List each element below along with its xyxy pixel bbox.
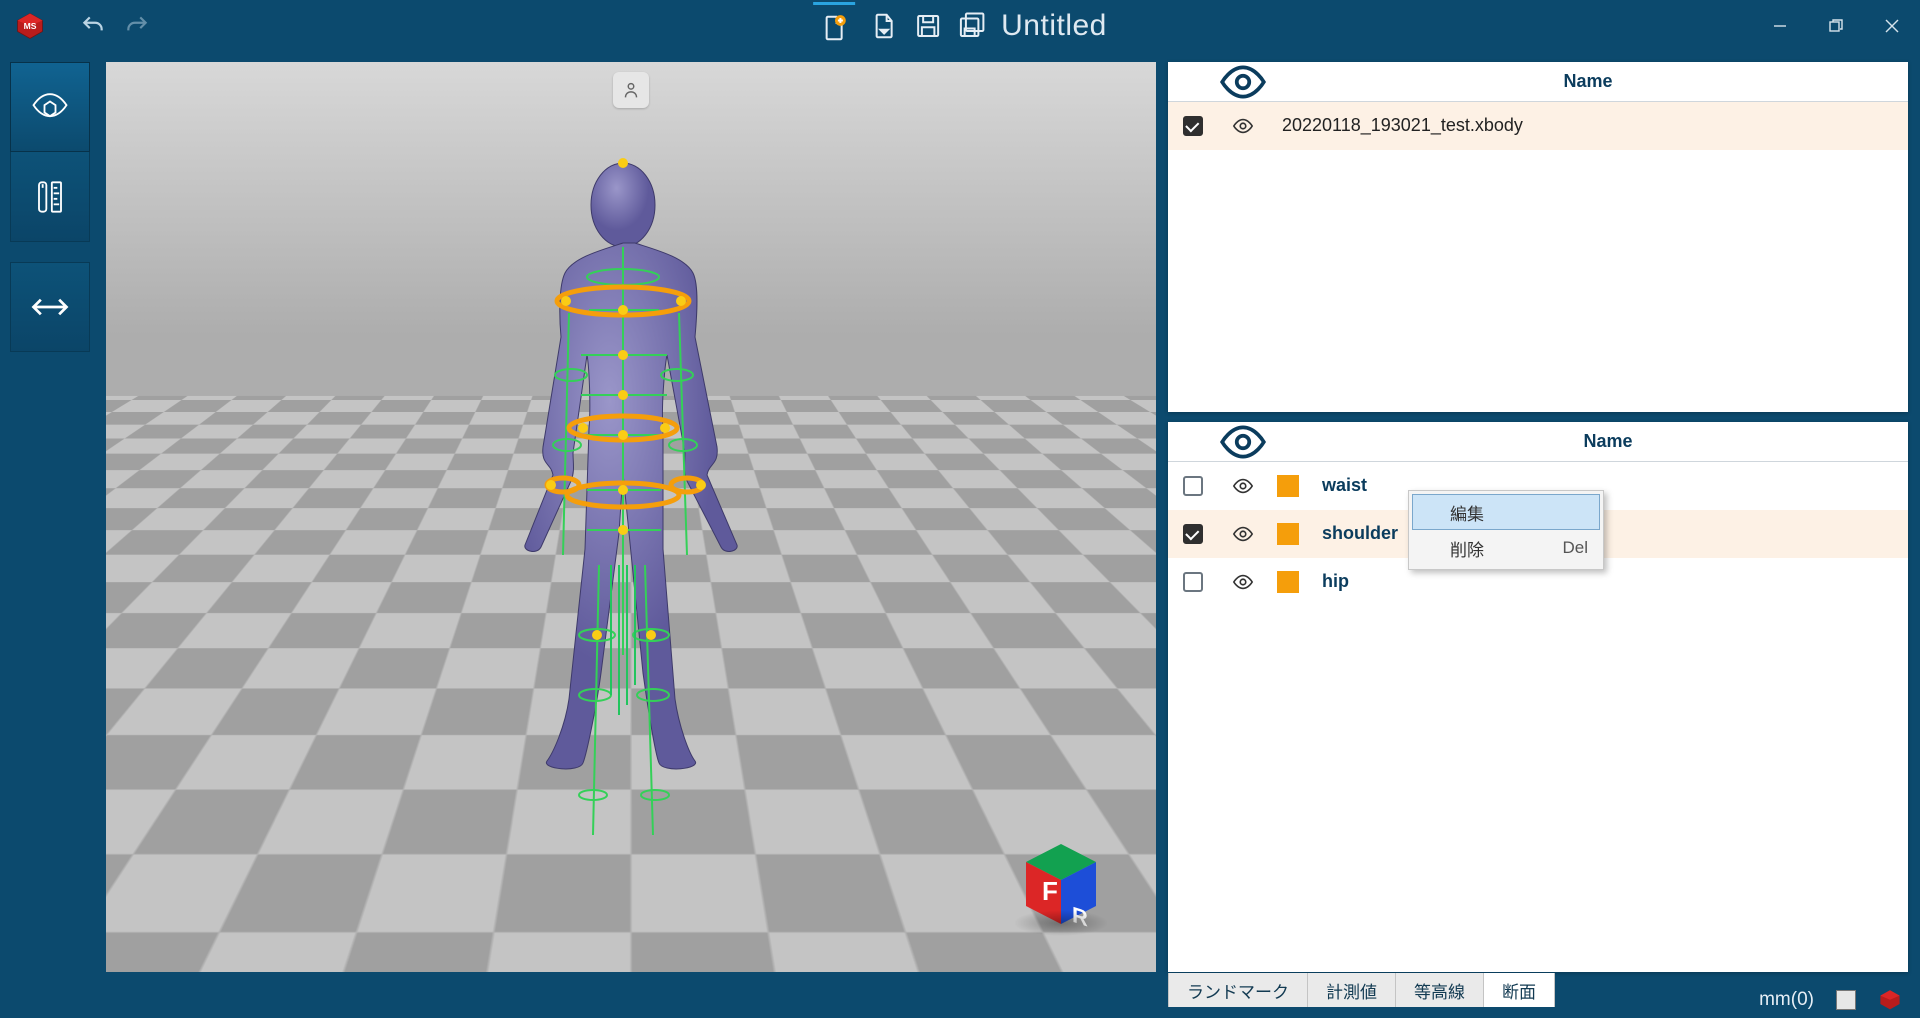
context-menu: 編集 削除 Del bbox=[1408, 490, 1604, 570]
tool-view-button[interactable] bbox=[10, 62, 90, 152]
context-menu-edit[interactable]: 編集 bbox=[1412, 494, 1600, 530]
visibility-toggle-icon[interactable] bbox=[1218, 115, 1268, 137]
section-row-name: waist bbox=[1308, 475, 1908, 496]
tab-contour[interactable]: 等高線 bbox=[1396, 973, 1484, 1007]
section-row-checkbox[interactable] bbox=[1183, 524, 1203, 544]
file-row-checkbox[interactable] bbox=[1183, 116, 1203, 136]
viewport-3d[interactable]: F R bbox=[106, 62, 1156, 972]
undo-button[interactable] bbox=[80, 13, 106, 39]
status-logo-icon[interactable] bbox=[1878, 989, 1902, 1011]
status-units: mm(0) bbox=[1759, 989, 1814, 1011]
file-row[interactable]: 20220118_193021_test.xbody bbox=[1168, 102, 1908, 150]
visibility-toggle-icon[interactable] bbox=[1218, 523, 1268, 545]
new-file-icon[interactable] bbox=[819, 13, 849, 43]
document-title: Untitled bbox=[1001, 9, 1107, 43]
file-list-panel: Name 20220118_193021_test.xbody bbox=[1168, 62, 1908, 412]
file-row-name: 20220118_193021_test.xbody bbox=[1268, 115, 1908, 136]
window-maximize[interactable] bbox=[1808, 0, 1864, 52]
visibility-header-icon bbox=[1218, 57, 1268, 107]
tab-section[interactable]: 断面 bbox=[1484, 973, 1555, 1007]
context-menu-delete[interactable]: 削除 Del bbox=[1412, 530, 1600, 566]
window-minimize[interactable] bbox=[1752, 0, 1808, 52]
section-row-checkbox[interactable] bbox=[1183, 572, 1203, 592]
visibility-toggle-icon[interactable] bbox=[1218, 475, 1268, 497]
tab-measurement[interactable]: 計測値 bbox=[1308, 973, 1396, 1007]
visibility-header-icon bbox=[1218, 417, 1268, 467]
section-row-name: shoulder bbox=[1308, 523, 1908, 544]
tool-compare-button[interactable] bbox=[10, 262, 90, 352]
save-as-icon[interactable] bbox=[957, 11, 987, 41]
panel-tabs: ランドマーク 計測値 等高線 断面 bbox=[1168, 973, 1555, 1007]
section-row-name: hip bbox=[1308, 571, 1908, 592]
file-list-header-name: Name bbox=[1268, 71, 1908, 92]
window-close[interactable] bbox=[1864, 0, 1920, 52]
section-list-panel: Name waist shoulder bbox=[1168, 422, 1908, 972]
tool-column bbox=[0, 52, 100, 982]
redo-button[interactable] bbox=[124, 13, 150, 39]
tab-landmark[interactable]: ランドマーク bbox=[1168, 973, 1308, 1007]
right-column: Name 20220118_193021_test.xbody Name bbox=[1168, 62, 1908, 972]
app-logo: MS bbox=[14, 12, 46, 40]
context-menu-delete-shortcut: Del bbox=[1562, 538, 1588, 558]
app-body: F R Name 20220118_193021_te bbox=[0, 52, 1920, 982]
section-row-checkbox[interactable] bbox=[1183, 476, 1203, 496]
mannequin-model bbox=[491, 135, 751, 935]
navigation-cube[interactable]: F R bbox=[1006, 832, 1116, 942]
color-swatch[interactable] bbox=[1277, 475, 1299, 497]
save-file-icon[interactable] bbox=[913, 11, 943, 41]
svg-text:F: F bbox=[1042, 876, 1058, 906]
view-orientation-badge[interactable] bbox=[613, 72, 649, 108]
visibility-toggle-icon[interactable] bbox=[1218, 571, 1268, 593]
svg-text:MS: MS bbox=[24, 21, 37, 31]
tool-measure-button[interactable] bbox=[10, 152, 90, 242]
open-file-icon[interactable] bbox=[869, 11, 899, 41]
color-swatch[interactable] bbox=[1277, 571, 1299, 593]
title-bar: MS Unt bbox=[0, 0, 1920, 52]
status-bar: mm(0) bbox=[0, 982, 1920, 1018]
color-swatch[interactable] bbox=[1277, 523, 1299, 545]
status-checkbox[interactable] bbox=[1836, 990, 1856, 1010]
section-list-header-name: Name bbox=[1268, 431, 1908, 452]
